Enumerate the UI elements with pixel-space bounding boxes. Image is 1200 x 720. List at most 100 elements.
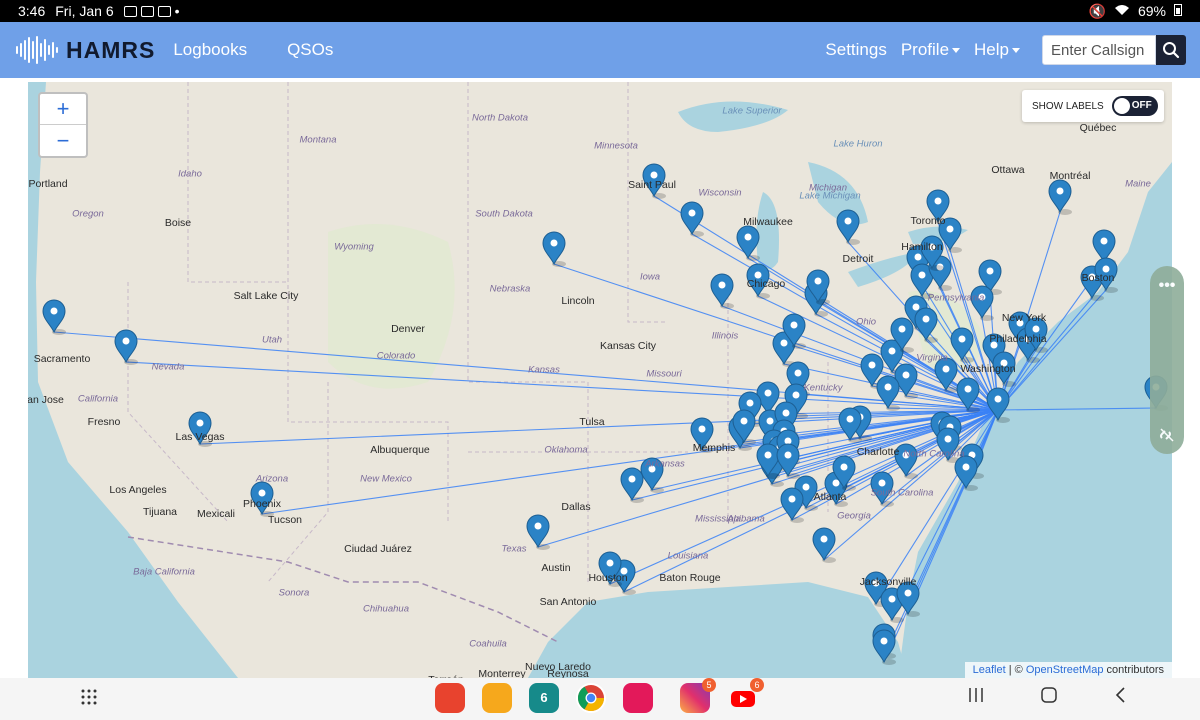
mute-icon: 🔇 <box>1088 2 1106 19</box>
contact-marker-icon[interactable] <box>836 209 860 245</box>
back-icon[interactable] <box>1114 686 1128 709</box>
map-city-label: Ciudad Juárez <box>344 543 412 555</box>
youtube-app-icon[interactable]: 6 <box>728 678 764 713</box>
recent-apps-icon[interactable] <box>968 686 984 709</box>
show-labels-label: SHOW LABELS <box>1032 100 1104 112</box>
battery-icon <box>1174 3 1182 19</box>
map-city-label: Boise <box>164 217 192 229</box>
switch-knob <box>1113 98 1130 114</box>
contact-marker-icon[interactable] <box>736 225 760 261</box>
my-files-app-icon[interactable] <box>482 683 512 713</box>
attribution-suffix: contributors <box>1103 664 1164 676</box>
nav-settings[interactable]: Settings <box>825 40 886 60</box>
contact-marker-icon[interactable] <box>756 443 780 479</box>
contact-marker-icon[interactable] <box>838 407 862 443</box>
nav-profile-dropdown[interactable]: Profile <box>900 40 961 60</box>
map-city-label: Toronto <box>910 215 946 227</box>
map-region-label: Georgia <box>837 510 871 522</box>
contact-marker-icon[interactable] <box>114 329 138 365</box>
map-region-label: Sonora <box>278 587 310 599</box>
map-region-label: North Dakota <box>472 112 528 124</box>
map-city-label: Tucson <box>267 514 303 526</box>
contact-marker-icon[interactable] <box>812 527 836 563</box>
nav-help-label: Help <box>974 40 1009 59</box>
map-region-label: Arizona <box>255 473 289 485</box>
contact-marker-icon[interactable] <box>780 487 804 523</box>
map-city-label: Houston <box>588 572 628 584</box>
map-city-label: Atlanta <box>813 491 847 503</box>
map-region-label: Chihuahua <box>363 603 409 615</box>
zoom-in-button[interactable]: + <box>40 94 86 125</box>
brand-name: HAMRS <box>66 36 156 63</box>
contact-marker-icon[interactable] <box>620 467 644 503</box>
map-region-label: California <box>77 393 119 405</box>
notification-badge: 5 <box>702 678 716 692</box>
contact-marker-icon[interactable] <box>1048 179 1072 215</box>
map-region-label: Maine <box>1125 178 1151 190</box>
nav-logbooks[interactable]: Logbooks <box>173 40 247 60</box>
map-region-label: Alabama <box>727 513 765 525</box>
home-icon[interactable] <box>1040 686 1058 709</box>
instagram-app-icon[interactable]: 5 <box>680 678 716 713</box>
map-region-label: North Carolina <box>903 448 965 460</box>
map-city-label: San Antonio <box>539 596 597 608</box>
more-notifications-icon: • <box>174 3 180 19</box>
contact-marker-icon[interactable] <box>42 299 66 335</box>
map-region-label: Missouri <box>646 368 682 380</box>
map-city-label: Montréal <box>1049 170 1091 182</box>
contact-marker-icon[interactable] <box>526 514 550 550</box>
map-region-label: Nevada <box>151 361 185 373</box>
map-region-label: Utah <box>261 334 283 346</box>
zoom-out-button[interactable]: − <box>40 125 86 156</box>
app-drawer-icon[interactable] <box>80 688 98 711</box>
map-city-label: Kansas City <box>599 340 657 352</box>
map-region-label: Kansas <box>528 364 560 376</box>
map-region-label: Colorado <box>376 350 416 362</box>
map-region-label: Iowa <box>639 271 661 283</box>
contact-marker-icon[interactable] <box>542 231 566 267</box>
contact-marker-icon[interactable] <box>710 273 734 309</box>
map-city-label: Ottawa <box>991 164 1025 176</box>
map-region-label: Ohio <box>855 316 877 328</box>
edge-panel-handle[interactable]: ••• <box>1150 266 1184 454</box>
map-region-label: Idaho <box>178 168 202 180</box>
chrome-app-icon[interactable] <box>576 683 606 713</box>
contacts-map[interactable]: Portland Boise Sacramento San Jose Fresno Las… <box>28 82 1172 678</box>
contact-marker-icon[interactable] <box>680 201 704 237</box>
nav-profile-label: Profile <box>900 40 950 59</box>
map-region-label: Montana <box>299 134 337 146</box>
map-city-label: Boston <box>1081 272 1115 284</box>
map-region-label: New Mexico <box>360 473 412 485</box>
link-off-icon[interactable] <box>1158 426 1176 449</box>
contact-marker-icon[interactable] <box>876 375 900 411</box>
leaflet-link[interactable]: Leaflet <box>973 664 1006 676</box>
map-city-label: Washington <box>960 363 1016 375</box>
map-region-label: Minnesota <box>594 140 638 152</box>
map-city-label: Austin <box>541 562 571 574</box>
gmail-icon <box>123 5 137 17</box>
contact-marker-icon[interactable] <box>914 307 938 343</box>
contact-marker-icon[interactable] <box>970 285 994 321</box>
calendar-app-icon[interactable]: 6 <box>529 683 559 713</box>
callsign-search-input[interactable] <box>1042 35 1156 65</box>
openstreetmap-link[interactable]: OpenStreetMap <box>1026 664 1104 676</box>
search-button[interactable] <box>1156 35 1186 65</box>
notification-badge: 6 <box>750 678 764 692</box>
map-region-label: Oregon <box>72 208 104 220</box>
clock: 3:46 <box>18 3 46 19</box>
brand-logo[interactable]: HAMRS <box>16 35 155 65</box>
flipboard-app-icon[interactable] <box>435 683 465 713</box>
map-region-label: Kentucky <box>803 382 843 394</box>
map-region-label: Texas <box>501 543 527 555</box>
map-region-label: Pennsylvania <box>927 292 985 304</box>
nav-help-dropdown[interactable]: Help <box>974 40 1020 60</box>
nav-qsos[interactable]: QSOs <box>287 40 333 60</box>
more-icon[interactable]: ••• <box>1150 272 1184 300</box>
camera-app-icon[interactable] <box>623 683 653 713</box>
map-region-label: Coahuila <box>469 638 507 650</box>
show-labels-switch[interactable]: OFF <box>1111 96 1158 116</box>
contact-marker-icon[interactable] <box>894 363 918 399</box>
map-city-label: Québec <box>1079 122 1117 134</box>
map-region-label: Baja California <box>133 566 195 578</box>
contact-marker-icon[interactable] <box>776 443 800 479</box>
